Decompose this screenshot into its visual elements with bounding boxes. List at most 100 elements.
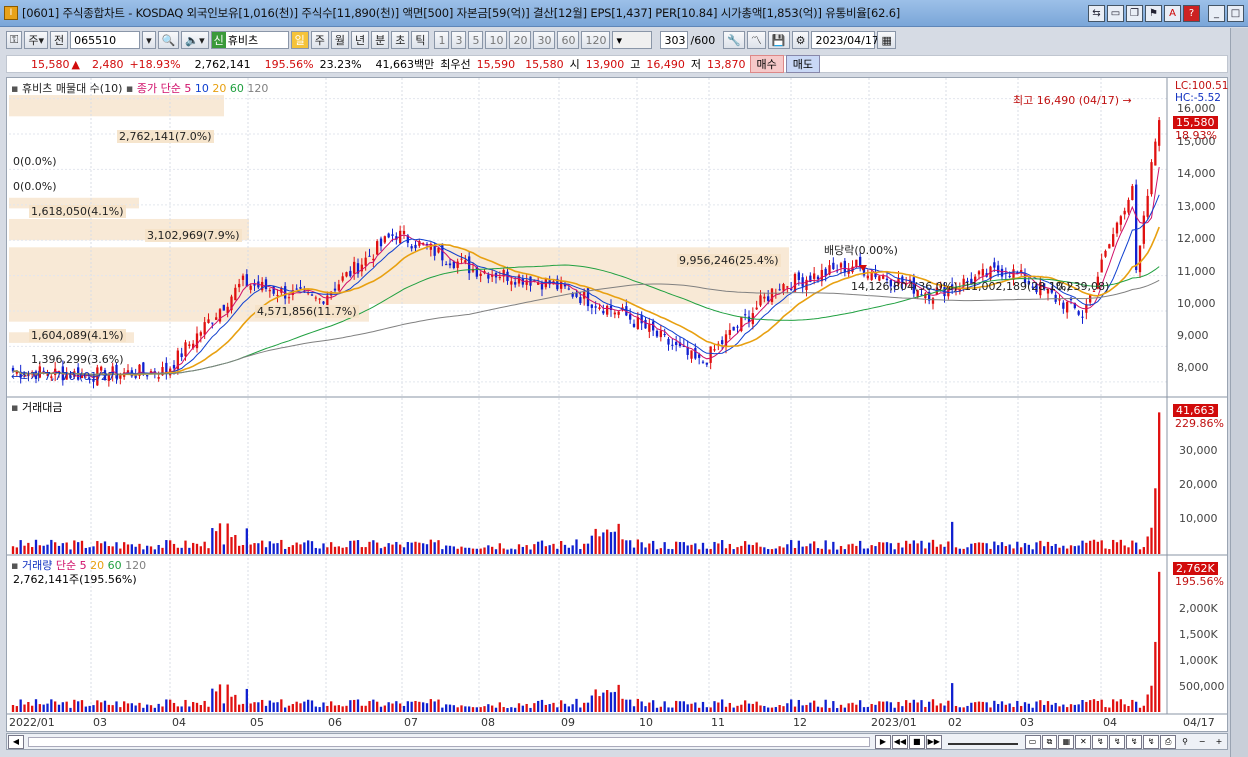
interval-1[interactable]: 1 xyxy=(434,31,450,49)
amount-bar xyxy=(230,537,233,554)
plus-icon[interactable]: + xyxy=(1211,735,1227,749)
interval-120[interactable]: 120 xyxy=(581,31,611,49)
interval-20[interactable]: 20 xyxy=(509,31,532,49)
quote-amount: 41,663백만 xyxy=(375,58,435,71)
help-icon[interactable]: ? xyxy=(1183,5,1200,22)
grid-icon[interactable]: ▦ xyxy=(1058,734,1075,749)
volume-bar xyxy=(671,707,674,712)
minus-icon[interactable]: − xyxy=(1194,735,1210,749)
legend-ma60: 60 xyxy=(229,82,244,95)
volume-bar xyxy=(172,702,176,712)
link-icon[interactable]: ⇆ xyxy=(1088,5,1105,22)
chart-panel[interactable]: ▪ 휴비츠 매물대 수(10) ▪ 종가 단순 5 10 20 60 120 2… xyxy=(6,77,1228,732)
tool-icon[interactable]: 🔧 xyxy=(723,31,745,49)
draw-icon[interactable]: ↯ xyxy=(1126,734,1143,749)
stop-icon[interactable]: ■ xyxy=(908,734,925,749)
line-icon[interactable]: ↯ xyxy=(1109,734,1126,749)
chart-canvas[interactable] xyxy=(7,78,1227,731)
volume-bar xyxy=(786,703,789,712)
print-icon[interactable]: ⎙ xyxy=(1160,734,1177,749)
count-input[interactable]: 303 xyxy=(660,31,689,49)
period-year[interactable]: 년 xyxy=(350,31,370,49)
interval-60[interactable]: 60 xyxy=(557,31,580,49)
erase-icon[interactable]: ↯ xyxy=(1143,734,1160,749)
chart-type-icon[interactable]: ⚿ xyxy=(6,31,23,49)
amount-bar xyxy=(962,548,965,554)
volume-y-tick: 1,000K xyxy=(1179,654,1218,667)
stock-code-input[interactable]: 065510 xyxy=(70,31,141,49)
scroll-left-icon[interactable]: ◀ xyxy=(8,734,24,749)
custom-interval-select[interactable]: ▾ xyxy=(612,31,653,49)
minimize-pane-icon[interactable]: ▭ xyxy=(1107,5,1124,22)
buy-button[interactable]: 매수 xyxy=(749,55,784,73)
amount-bar xyxy=(1089,540,1092,554)
amount-bar xyxy=(1154,488,1157,554)
interval-5[interactable]: 5 xyxy=(468,31,484,49)
amount-bar xyxy=(832,541,835,554)
volume-bar xyxy=(744,700,747,712)
candle-body xyxy=(1158,120,1161,146)
amount-bar xyxy=(1004,546,1007,554)
zoom-out-icon[interactable]: ⚲ xyxy=(1177,735,1193,749)
candle-body xyxy=(797,272,800,280)
indicator-icon[interactable]: 〽 xyxy=(746,31,766,49)
speaker-icon[interactable]: 🔈▾ xyxy=(181,31,209,49)
amount-bar xyxy=(138,543,141,554)
save-icon[interactable]: 💾 xyxy=(767,31,790,49)
minimize-button[interactable]: _ xyxy=(1208,5,1225,22)
volume-bar xyxy=(134,705,137,712)
period-second[interactable]: 초 xyxy=(391,31,410,49)
amount-bar xyxy=(1008,544,1011,554)
layout-icon[interactable]: ▭ xyxy=(1024,734,1041,749)
volume-bar xyxy=(778,705,781,712)
candle-body xyxy=(353,261,356,274)
font-icon[interactable]: A xyxy=(1164,5,1181,22)
volume-bar xyxy=(107,704,110,712)
period-minute[interactable]: 분 xyxy=(371,31,390,49)
amount-bar xyxy=(360,547,363,554)
volume-bar xyxy=(1066,707,1069,712)
amount-bar xyxy=(1058,547,1061,554)
x-tick: 06 xyxy=(328,716,342,729)
x-tick: 07 xyxy=(404,716,418,729)
zoom-slider[interactable] xyxy=(947,739,1018,745)
maximize-button[interactable]: □ xyxy=(1227,5,1244,22)
horizontal-scrollbar[interactable] xyxy=(27,736,870,747)
dropdown-icon[interactable]: ▾ xyxy=(142,31,156,49)
calendar-icon[interactable]: ▦ xyxy=(877,31,896,49)
interval-3[interactable]: 3 xyxy=(451,31,467,49)
amount-bar xyxy=(172,543,176,554)
period-week[interactable]: 주 xyxy=(310,31,329,49)
market-type-select[interactable]: 주 ▾ xyxy=(24,31,49,49)
volume-sub-legend: 2,762,141주(195.56%) xyxy=(13,573,137,586)
amount-bar xyxy=(767,549,770,554)
volume-bar xyxy=(80,700,84,712)
view-mode-button[interactable]: 전 xyxy=(50,31,69,49)
search-icon[interactable]: 🔍 xyxy=(157,31,180,49)
restore-pane-icon[interactable]: ❐ xyxy=(1126,5,1143,22)
rewind-icon[interactable]: ◀◀ xyxy=(891,734,908,749)
flag-icon[interactable]: ⚑ xyxy=(1145,5,1162,22)
candle-body xyxy=(238,283,241,288)
candle-body xyxy=(832,262,835,270)
play-icon[interactable]: ▶ xyxy=(874,734,891,749)
fast-forward-icon[interactable]: ▶▶ xyxy=(925,734,942,749)
side-scroll-strip[interactable] xyxy=(1230,28,1248,757)
settings-icon[interactable]: ⚙ xyxy=(791,31,810,49)
period-day[interactable]: 일 xyxy=(290,31,309,49)
date-input[interactable]: 2023/04/17 xyxy=(811,31,879,49)
crosshair-icon[interactable]: ✕ xyxy=(1075,734,1092,749)
copy-icon[interactable]: ⧉ xyxy=(1041,734,1058,749)
interval-10[interactable]: 10 xyxy=(485,31,508,49)
interval-30[interactable]: 30 xyxy=(533,31,556,49)
period-tick[interactable]: 틱 xyxy=(411,31,430,49)
trend-icon[interactable]: ↯ xyxy=(1092,734,1109,749)
period-month[interactable]: 월 xyxy=(330,31,349,49)
stock-name-field[interactable]: 신 휴비츠 xyxy=(210,31,289,49)
volume-bar xyxy=(793,706,797,712)
volume-bar xyxy=(326,705,329,712)
volume-bar xyxy=(253,702,256,712)
volume-bar xyxy=(801,705,804,712)
legend-ma120: 120 xyxy=(247,82,269,95)
sell-button[interactable]: 매도 xyxy=(785,55,821,73)
